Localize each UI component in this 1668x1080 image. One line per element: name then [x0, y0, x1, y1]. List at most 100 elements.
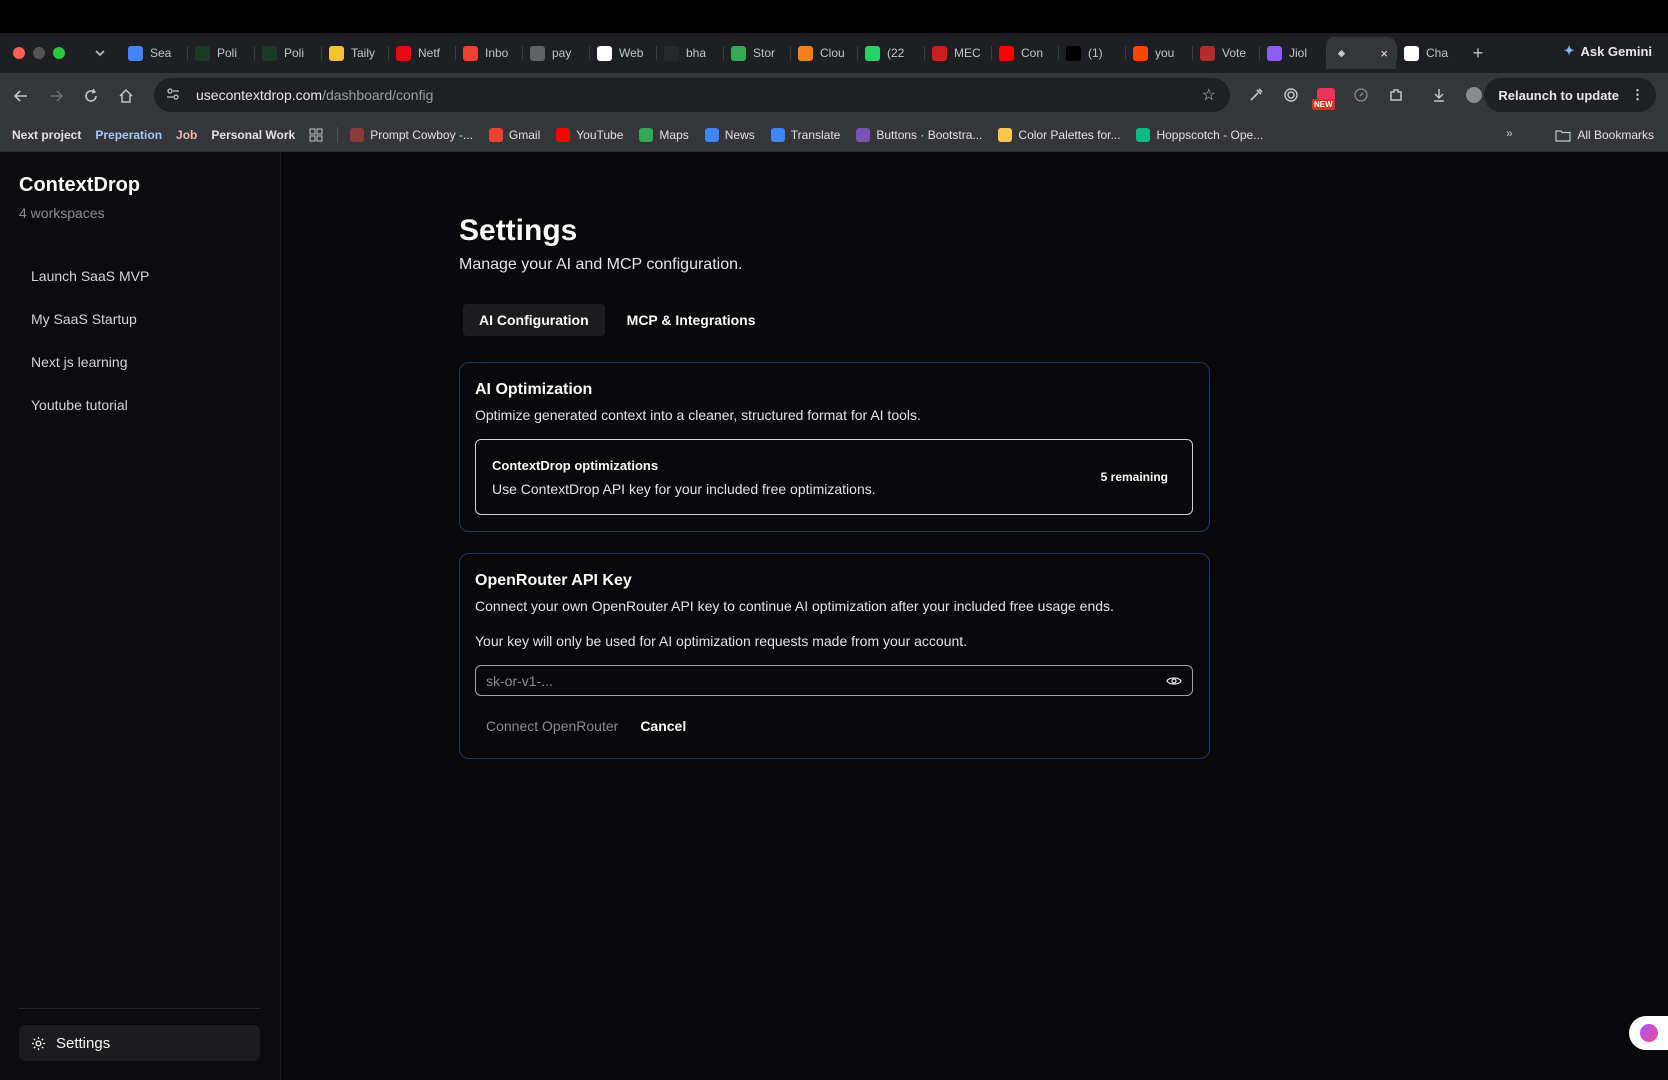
brand-title[interactable]: ContextDrop: [19, 174, 140, 197]
browser-tab[interactable]: bha: [656, 37, 723, 69]
bookmark-label: Buttons · Bootstra...: [876, 127, 983, 142]
bookmark-item[interactable]: News: [699, 122, 761, 148]
tab-mcp-integrations[interactable]: MCP & Integrations: [611, 304, 772, 336]
browser-tab[interactable]: Taily: [321, 37, 388, 69]
floating-widget[interactable]: [1629, 1016, 1668, 1050]
more-bookmarks-chevron-icon[interactable]: »: [1506, 126, 1513, 140]
bookmark-folder[interactable]: Job: [170, 122, 203, 148]
bookmark-item[interactable]: Buttons · Bootstra...: [850, 122, 988, 148]
apps-grid-icon[interactable]: [309, 128, 323, 142]
connect-openrouter-button[interactable]: Connect OpenRouter: [475, 711, 629, 741]
close-window-button[interactable]: [13, 47, 25, 59]
relaunch-button[interactable]: Relaunch to update ⋮: [1484, 78, 1656, 112]
browser-tab[interactable]: you: [1125, 37, 1192, 69]
profile-avatar-icon[interactable]: [1460, 78, 1487, 112]
all-bookmarks-button[interactable]: All Bookmarks: [1555, 122, 1654, 148]
bookmark-label: Gmail: [508, 127, 541, 142]
sidebar-item-settings[interactable]: Settings: [19, 1025, 260, 1061]
maximize-window-button[interactable]: [53, 47, 65, 59]
drive-tab-icon: [731, 45, 746, 61]
bookmark-item[interactable]: Translate: [765, 122, 847, 148]
browser-tab[interactable]: Inbo: [455, 37, 522, 69]
contextdrop-optimizations-option[interactable]: ContextDrop optimizations Use ContextDro…: [475, 439, 1193, 515]
bookmark-item[interactable]: Hoppscotch - Ope...: [1130, 122, 1269, 148]
browser-tab[interactable]: pay: [522, 37, 589, 69]
browser-tab[interactable]: Poli: [187, 37, 254, 69]
tab-label: Inbo: [485, 46, 509, 60]
browser-tab[interactable]: Stor: [723, 37, 790, 69]
bookmark-star-icon[interactable]: ☆: [1202, 85, 1216, 105]
tab-label: Vote: [1222, 46, 1247, 60]
tab-label: Taily: [351, 46, 376, 60]
back-icon[interactable]: [4, 79, 38, 113]
bolt-tab-icon: [195, 45, 210, 61]
bookmark-label: Translate: [790, 127, 841, 142]
brain-icon: [1639, 1024, 1658, 1042]
browser-tab[interactable]: Vote: [1192, 37, 1259, 69]
tab-label: Poli: [217, 46, 238, 60]
compass-icon[interactable]: [1347, 78, 1374, 112]
browser-tab[interactable]: Sea: [120, 37, 187, 69]
browser-tab[interactable]: Netf: [388, 37, 455, 69]
target-icon[interactable]: [1277, 78, 1304, 112]
bookmark-folder[interactable]: Personal Work: [205, 122, 301, 148]
palette-bookmark-icon: [998, 127, 1013, 142]
close-tab-icon[interactable]: ×: [1380, 46, 1388, 61]
browser-tab[interactable]: MEC: [924, 37, 991, 69]
home-icon[interactable]: [109, 79, 143, 113]
bookmark-label: YouTube: [576, 127, 624, 142]
browser-tab-active[interactable]: ◆ ×: [1326, 37, 1396, 69]
youtube-bookmark-icon: [556, 127, 571, 142]
sidebar-item-workspace[interactable]: Youtube tutorial: [31, 383, 261, 426]
browser-tab[interactable]: (22: [857, 37, 924, 69]
sidebar: ContextDrop 4 workspaces Launch SaaS MVP…: [0, 152, 281, 1080]
download-icon[interactable]: [1425, 78, 1452, 112]
more-vert-icon[interactable]: ⋮: [1631, 87, 1644, 103]
mail-tab-icon: [932, 45, 947, 61]
sidebar-item-workspace[interactable]: Launch SaaS MVP: [31, 254, 261, 297]
bookmark-item[interactable]: Maps: [633, 122, 694, 148]
minimize-window-button[interactable]: [33, 47, 45, 59]
menu-bar-area: [0, 0, 1668, 33]
tab-ai-configuration[interactable]: AI Configuration: [463, 304, 605, 336]
bookmark-folder[interactable]: Preperation: [89, 122, 168, 148]
browser-tab[interactable]: Web: [589, 37, 656, 69]
browser-tab[interactable]: (1): [1058, 37, 1125, 69]
window-controls: [0, 47, 88, 59]
bookmark-item[interactable]: YouTube: [550, 122, 629, 148]
browser-tab[interactable]: Jiol: [1259, 37, 1326, 69]
bookmark-item[interactable]: Prompt Cowboy -...: [344, 122, 479, 148]
bookmark-label: Prompt Cowboy -...: [370, 127, 473, 142]
forward-icon[interactable]: [39, 79, 73, 113]
extensions-puzzle-icon[interactable]: [1382, 78, 1409, 112]
browser-tab[interactable]: Cha: [1396, 37, 1463, 69]
bookmark-folder[interactable]: Next project: [6, 122, 87, 148]
tab-label: Web: [619, 46, 644, 60]
reload-icon[interactable]: [74, 79, 108, 113]
app-root: ContextDrop 4 workspaces Launch SaaS MVP…: [0, 152, 1668, 1080]
bookmark-item[interactable]: Gmail: [483, 122, 546, 148]
browser-tab[interactable]: Clou: [790, 37, 857, 69]
new-extension-icon[interactable]: NEW: [1312, 78, 1339, 112]
site-info-icon[interactable]: [166, 87, 184, 104]
tab-label: MEC: [954, 46, 981, 60]
new-tab-button[interactable]: +: [1463, 43, 1493, 64]
browser-tab[interactable]: Con: [991, 37, 1058, 69]
eye-icon[interactable]: [1166, 675, 1182, 687]
openrouter-card: OpenRouter API Key Connect your own Open…: [459, 553, 1210, 759]
address-bar[interactable]: usecontextdrop.com/dashboard/config ☆: [154, 78, 1230, 112]
ai-optimization-title: AI Optimization: [475, 381, 593, 398]
ai-optimization-card: AI Optimization Optimize generated conte…: [459, 362, 1210, 532]
api-key-input[interactable]: [486, 672, 1166, 689]
sidebar-item-workspace[interactable]: Next js learning: [31, 340, 261, 383]
ask-gemini-button[interactable]: ✦ Ask Gemini: [1564, 43, 1652, 59]
tab-strip: Sea Poli Poli Taily Netf Inbo pay Web bha Stor Clo…: [0, 33, 1668, 73]
workspace-list: Launch SaaS MVP My SaaS Startup Next js le…: [31, 254, 261, 426]
eyedropper-icon[interactable]: [1242, 78, 1269, 112]
bookmark-item[interactable]: Color Palettes for...: [992, 122, 1126, 148]
cowboy-bookmark-icon: [350, 127, 365, 142]
browser-tab[interactable]: Poli: [254, 37, 321, 69]
tab-search-icon[interactable]: [88, 41, 112, 65]
cancel-button[interactable]: Cancel: [629, 711, 697, 741]
sidebar-item-workspace[interactable]: My SaaS Startup: [31, 297, 261, 340]
